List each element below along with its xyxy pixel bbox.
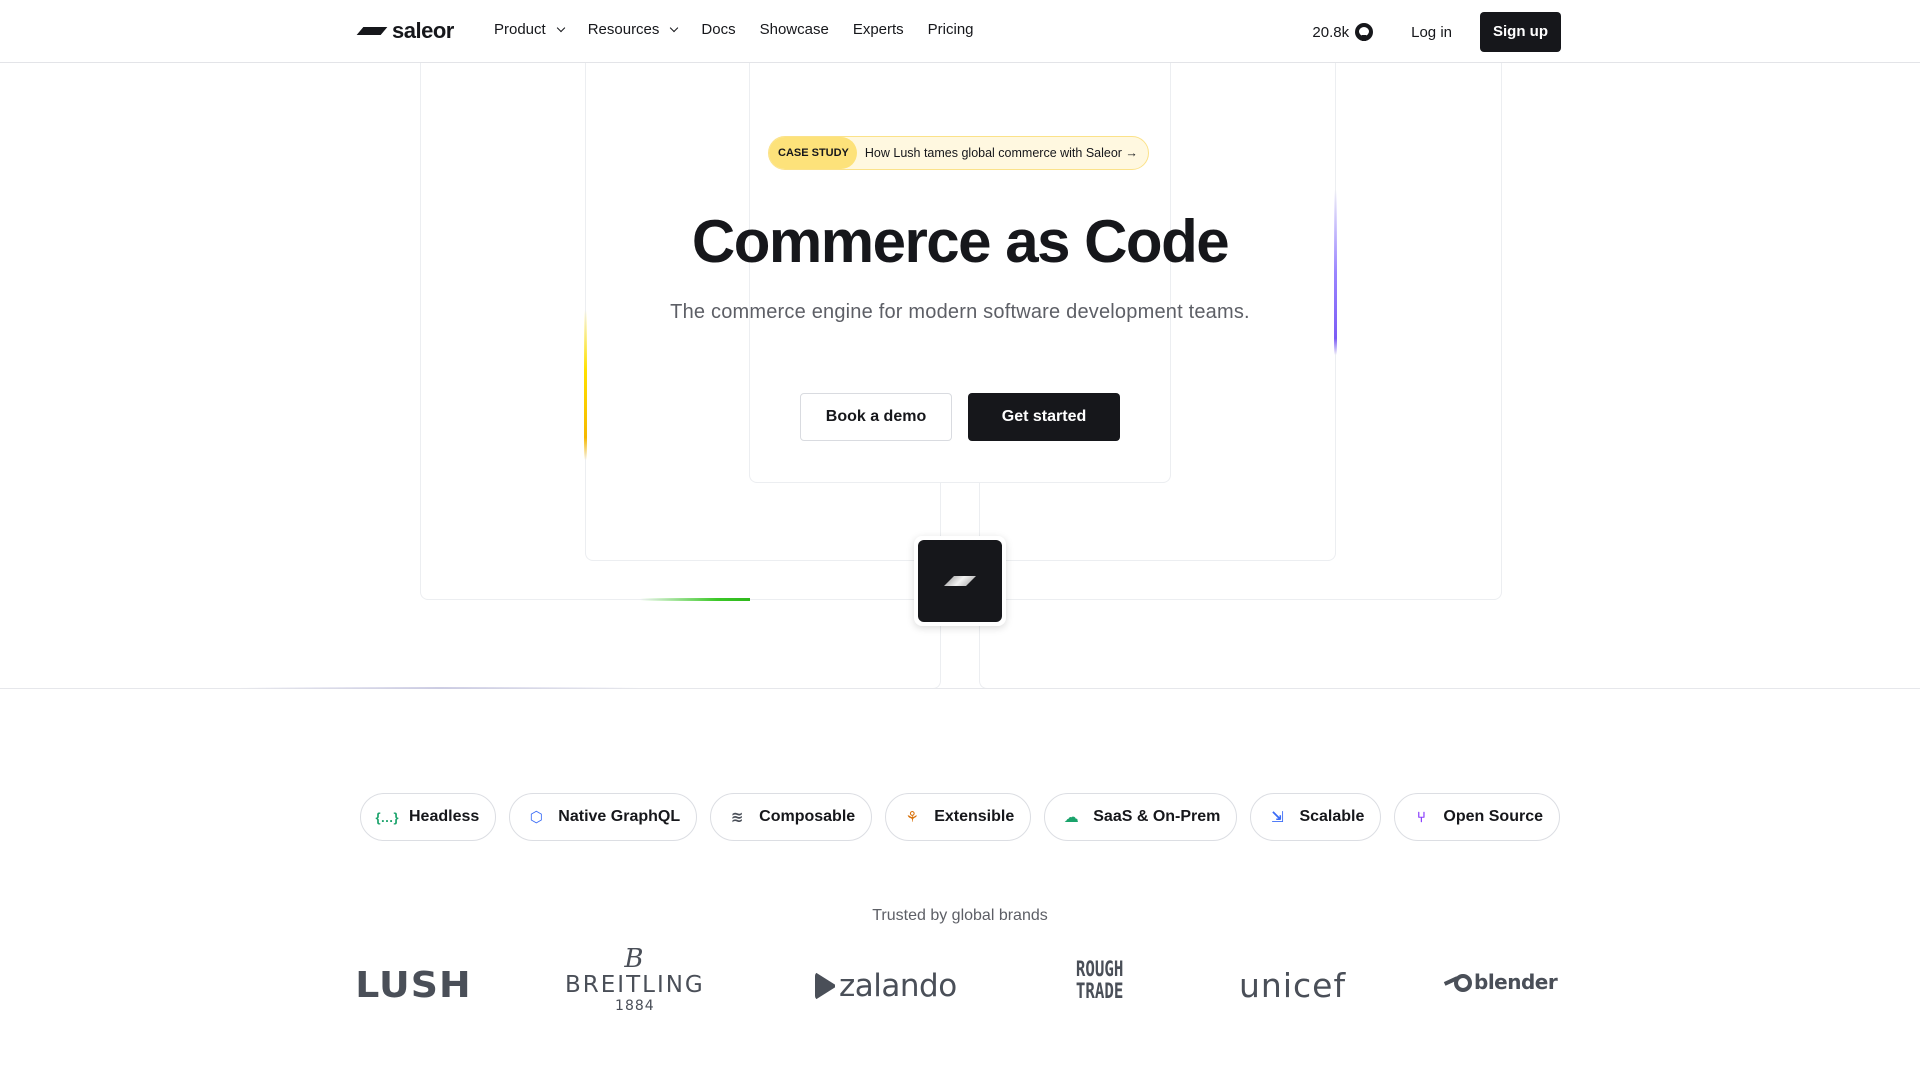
feature-pill-open-source[interactable]: ⑂ Open Source [1394,793,1560,841]
curly-braces-icon: {…} [375,809,399,825]
github-icon [1355,23,1374,41]
feature-pill-label: SaaS & On-Prem [1093,808,1221,825]
feature-pills: {…} Headless ⬡ Native GraphQL ≋ Composab… [360,793,1560,841]
brand-logo-unicef: unicef [1239,966,1347,1005]
feature-pill-headless[interactable]: {…} Headless [360,793,497,841]
hero-title: Commerce as Code [691,208,1230,275]
nav-resources[interactable]: Resources [587,21,679,38]
brand-logo-rough-trade: ROUGH TRADE [1076,958,1123,1002]
connector-frame-left [280,482,941,689]
blender-icon [1443,970,1472,994]
nav-actions: 20.8k Log in Sign up [1312,12,1561,52]
git-branch-icon: ⑂ [1416,808,1426,826]
github-stars-link[interactable]: 20.8k [1312,23,1374,41]
breitling-wordmark: BREITLING [565,972,705,998]
login-link[interactable]: Log in [1411,24,1452,41]
breitling-b-mark: B [624,944,646,974]
feature-pill-extensible[interactable]: ⚘ Extensible [885,793,1032,841]
rough-trade-line2: TRADE [1075,979,1124,1003]
center-badge-bg [918,540,1002,622]
zalando-wordmark: zalando [839,968,957,1004]
brand-logo-zalando: zalando [815,968,957,1004]
yellow-beam-decoration [584,310,587,460]
feature-pill-label: Open Source [1443,808,1543,825]
nav-links: Product Resources Docs Showcase Experts … [494,21,998,38]
signup-button[interactable]: Sign up [1480,12,1561,52]
breitling-year: 1884 [615,998,655,1014]
hero-cta-row: Book a demo Get started [800,393,1120,441]
feature-pill-label: Scalable [1299,808,1365,825]
brand-name: saleor [392,18,454,43]
zalando-play-icon [815,972,835,1000]
saleor-logo-icon [356,27,388,35]
scale-arrow-icon: ⇲ [1271,809,1284,826]
feature-pill-label: Composable [759,808,856,825]
saleor-mark-icon [944,576,976,586]
top-nav: saleor Product Resources Docs Showcase E… [0,0,1920,63]
feature-pill-composable[interactable]: ≋ Composable [710,793,873,841]
hero-subtitle: The commerce engine for modern software … [670,301,1250,323]
nav-experts[interactable]: Experts [853,21,904,38]
chevron-down-icon [556,23,565,32]
nav-pricing[interactable]: Pricing [928,21,974,38]
chevron-down-icon [670,23,679,32]
feature-pill-label: Native GraphQL [558,808,681,825]
feature-pill-saas-onprem[interactable]: ☁ SaaS & On-Prem [1044,793,1238,841]
rough-trade-line1: ROUGH [1075,957,1124,981]
feature-pill-scalable[interactable]: ⇲ Scalable [1250,793,1382,841]
case-study-badge[interactable]: CASE STUDY How Lush tames global commerc… [768,136,1149,170]
green-beam-decoration [640,598,750,601]
saleor-logo[interactable]: saleor [356,18,454,44]
case-study-text: How Lush tames global commerce with Sale… [864,146,1138,160]
book-demo-button[interactable]: Book a demo [800,393,952,441]
divider-glow [240,687,640,689]
nav-docs[interactable]: Docs [701,21,735,38]
case-study-tag: CASE STUDY [769,137,857,169]
nav-product[interactable]: Product [494,21,565,38]
saleor-center-badge [914,536,1006,626]
webhook-icon: ⚘ [905,809,919,826]
brand-logo-breitling: B BREITLING 1884 [565,946,705,1014]
github-stars-count: 20.8k [1312,23,1350,41]
blender-wordmark: blender [1474,970,1558,994]
brand-logo-lush: LUSH [355,965,472,1006]
brand-logo-blender: blender [1443,970,1558,994]
feature-pill-label: Headless [409,808,480,825]
nav-resources-label: Resources [587,21,660,38]
feature-pill-graphql[interactable]: ⬡ Native GraphQL [509,793,698,841]
graphql-icon: ⬡ [529,809,543,826]
feature-pill-label: Extensible [934,808,1015,825]
trusted-heading: Trusted by global brands [872,907,1048,924]
cloud-server-icon: ☁ [1063,809,1079,826]
brand-logos: LUSH B BREITLING 1884 zalando ROUGH TRAD… [355,946,1558,1020]
layers-icon: ≋ [730,809,744,826]
nav-product-label: Product [494,21,546,38]
get-started-button[interactable]: Get started [968,393,1120,441]
nav-showcase[interactable]: Showcase [760,21,829,38]
connector-frame-right [979,482,1679,689]
